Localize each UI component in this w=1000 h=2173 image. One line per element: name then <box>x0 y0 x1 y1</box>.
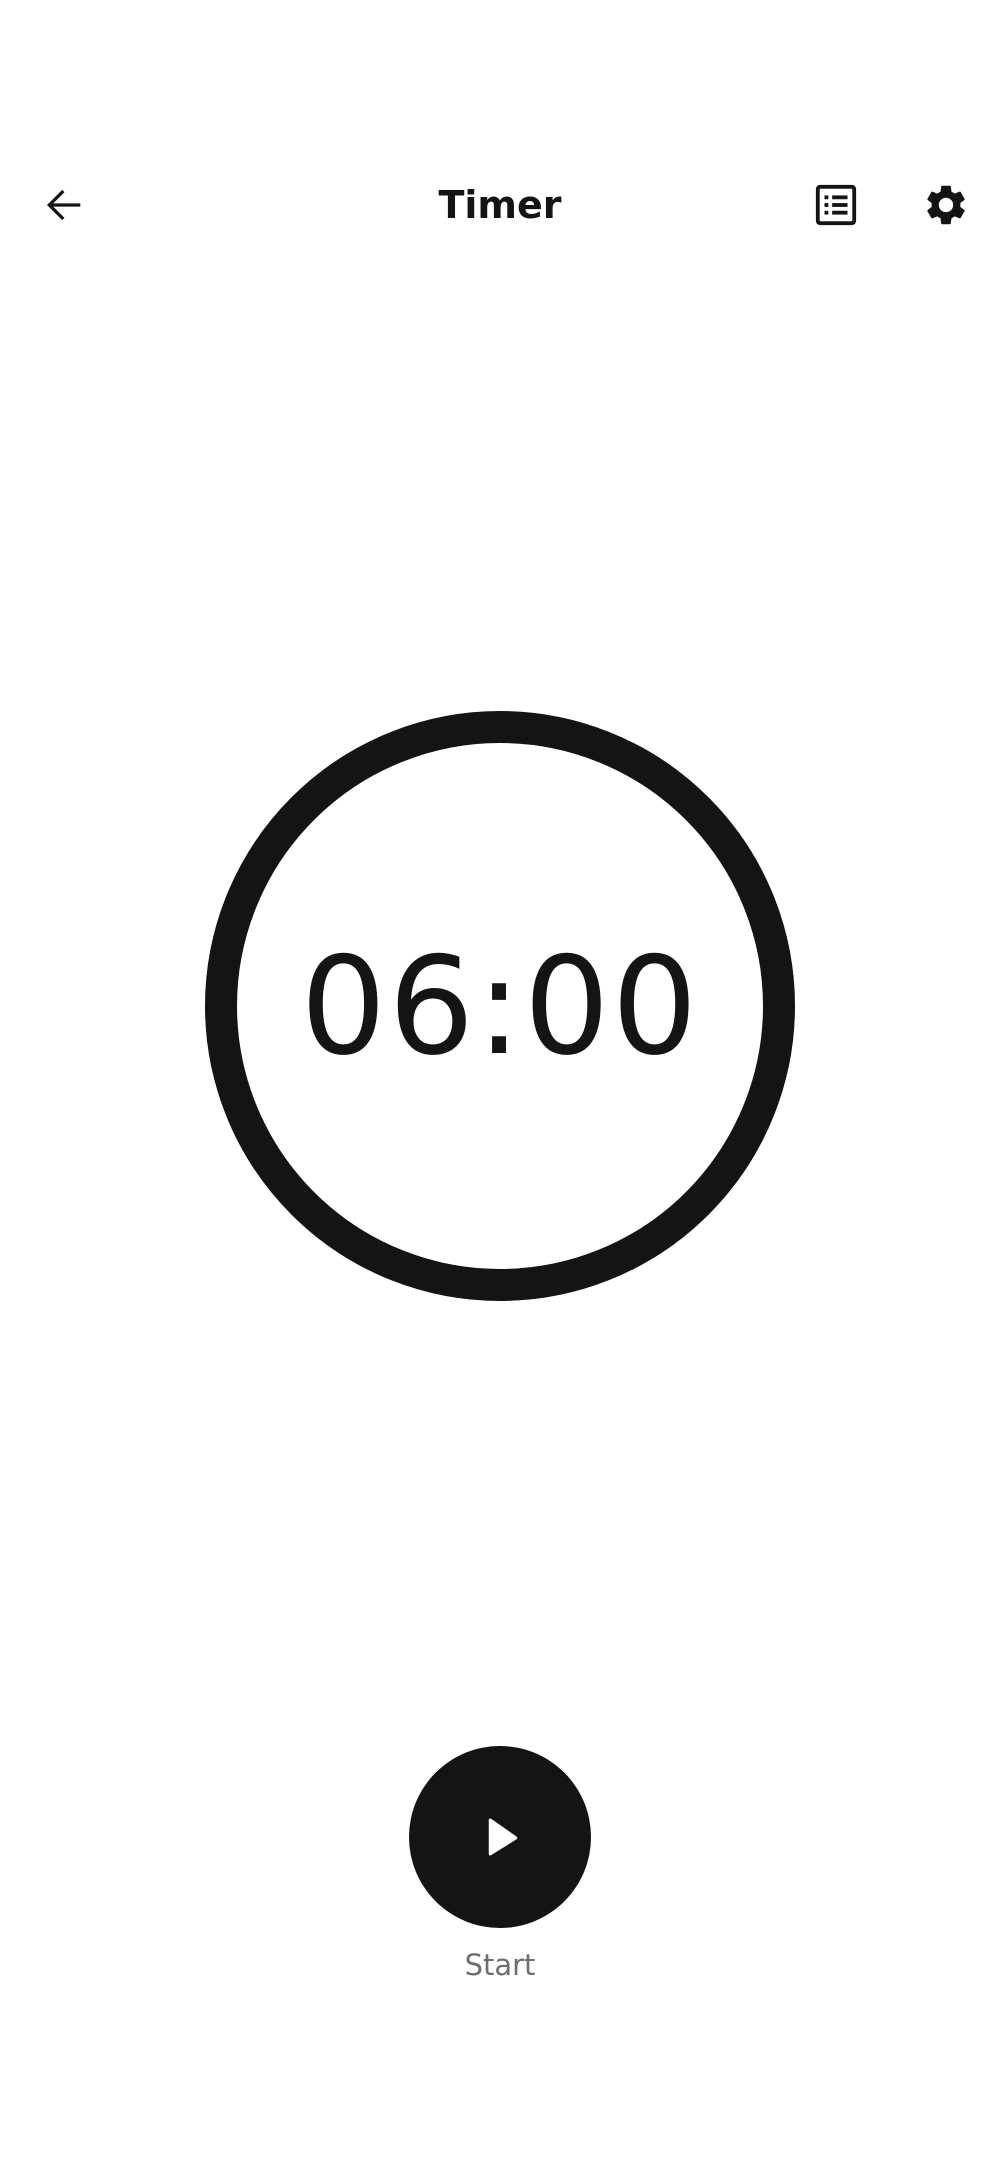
start-label: Start <box>464 1948 536 1982</box>
back-button[interactable] <box>9 150 119 260</box>
history-button[interactable] <box>781 150 891 260</box>
list-icon <box>815 184 857 226</box>
start-button[interactable] <box>409 1746 591 1928</box>
settings-button[interactable] <box>891 150 1000 260</box>
arrow-left-icon <box>46 189 81 221</box>
gear-icon <box>927 185 965 225</box>
page-title: Timer <box>438 183 562 227</box>
play-icon <box>488 1818 518 1856</box>
top-app-bar: Timer <box>0 150 1000 260</box>
timer-display: 06:00 <box>300 927 700 1085</box>
